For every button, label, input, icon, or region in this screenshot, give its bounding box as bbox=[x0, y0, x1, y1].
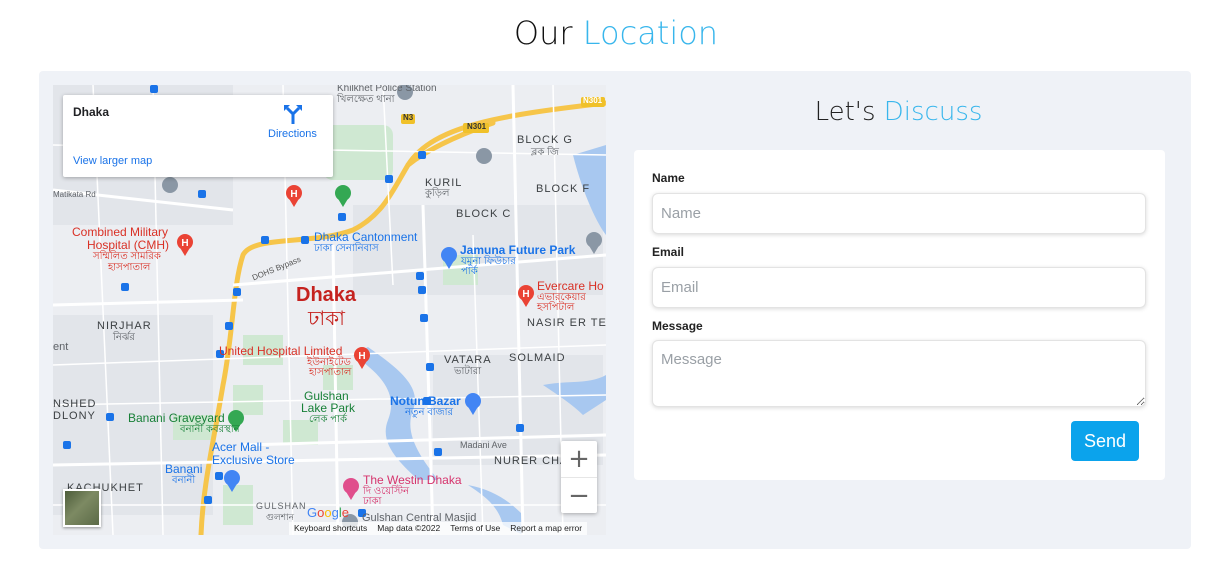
map-label-banani-grave-bn: বনানী কবরস্থান bbox=[180, 424, 240, 435]
map-label-evercare-bn-2: হসপিটাল bbox=[537, 302, 575, 313]
map-label-nurer: NURER CHA bbox=[494, 455, 569, 467]
keyboard-shortcuts-link[interactable]: Keyboard shortcuts bbox=[294, 522, 367, 535]
map-label-westin-bn-2: ঢাকা bbox=[363, 496, 382, 507]
map-label-cmh-bn-2: হাসপাতাল bbox=[108, 262, 151, 273]
message-label: Message bbox=[652, 319, 703, 333]
map-shield-n3: N3 bbox=[403, 113, 414, 122]
name-input[interactable] bbox=[652, 193, 1146, 234]
map-label-khilkhet: Khilkhet Police Station bbox=[337, 85, 437, 94]
zoom-in-button[interactable]: + bbox=[561, 441, 597, 477]
send-button[interactable]: Send bbox=[1071, 421, 1139, 461]
map-label-banani-bn: বনানী bbox=[172, 475, 196, 486]
map-label-dhaka: Dhaka bbox=[296, 284, 357, 306]
map-label-nirjhar: NIRJHAR bbox=[97, 320, 152, 332]
page-title: Our Location bbox=[0, 14, 1232, 52]
form-title-part2: Discuss bbox=[883, 97, 983, 127]
google-logo-g2: g bbox=[331, 505, 339, 520]
name-label: Name bbox=[652, 171, 685, 185]
zoom-control: + − bbox=[561, 441, 597, 513]
map-place-title: Dhaka bbox=[73, 105, 110, 119]
map-shield-n301-a: N301 bbox=[583, 96, 603, 105]
map-label-gulshan-lake-bn: লেক পার্ক bbox=[309, 414, 347, 425]
email-input[interactable] bbox=[652, 267, 1146, 308]
map-label-dhaka-bn: ঢাকা bbox=[308, 308, 345, 330]
page-title-part2: Location bbox=[582, 14, 719, 52]
map-label-vatara: VATARA bbox=[444, 354, 492, 366]
map-label-block-g: BLOCK G bbox=[517, 134, 573, 146]
map-label-dlony: DLONY bbox=[53, 410, 96, 422]
map-label-vatara-bn: ভাটারা bbox=[454, 366, 482, 377]
map-label-block-c: BLOCK C bbox=[456, 208, 512, 220]
map-label-kuril-bn: কুড়িল bbox=[425, 188, 450, 199]
location-panel: H H H H Khilkhet Police Station খিলক্ষেত… bbox=[39, 71, 1191, 549]
svg-text:H: H bbox=[181, 238, 188, 249]
map-footer: Keyboard shortcuts Map data ©2022 Terms … bbox=[289, 522, 588, 535]
satellite-thumbnail[interactable] bbox=[63, 489, 101, 527]
form-title-part1: Let's bbox=[814, 97, 876, 127]
map-label-jamuna-bn-2: পার্ক bbox=[461, 266, 478, 277]
terms-of-use-link[interactable]: Terms of Use bbox=[450, 522, 500, 535]
map-label-nshed: NSHED bbox=[53, 398, 97, 410]
map-label-ent: ent bbox=[53, 341, 69, 353]
map-label-nasirer: NASIR ER TE bbox=[527, 317, 606, 329]
map-label-khilkhet-bn: খিলক্ষেত থানা bbox=[337, 94, 395, 105]
map-label-cmh-bn-1: সম্মিলিত সামরিক bbox=[93, 251, 161, 262]
embedded-map[interactable]: H H H H Khilkhet Police Station খিলক্ষেত… bbox=[53, 85, 606, 535]
map-label-solmaid: SOLMAID bbox=[509, 352, 566, 364]
zoom-out-button[interactable]: − bbox=[561, 477, 597, 513]
map-label-block-f: BLOCK F bbox=[536, 183, 591, 195]
directions-link[interactable]: Directions bbox=[268, 128, 317, 140]
map-shield-n301-b: N301 bbox=[467, 122, 487, 131]
map-label-gulshan: GULSHAN bbox=[256, 501, 307, 511]
google-logo: Google bbox=[307, 505, 349, 520]
view-larger-map-link[interactable]: View larger map bbox=[73, 155, 152, 167]
map-label-cantonment-bn: ঢাকা সেনানিবাস bbox=[314, 243, 379, 254]
google-logo-o2: o bbox=[324, 505, 332, 520]
map-label-united-bn-2: হাসপাতাল bbox=[309, 367, 352, 378]
svg-text:H: H bbox=[522, 289, 529, 300]
map-label-notun-bazar-bn: নতুন বাজার bbox=[405, 407, 454, 418]
map-label-acer-2: Exclusive Store bbox=[212, 453, 295, 467]
contact-form: Name Email Message Send bbox=[634, 150, 1165, 480]
report-map-error-link[interactable]: Report a map error bbox=[510, 522, 582, 535]
map-info-card: Dhaka Directions View larger map bbox=[63, 95, 333, 177]
map-label-matikata: Matikata Rd bbox=[53, 190, 96, 199]
svg-text:H: H bbox=[358, 351, 365, 362]
map-label-nirjhar-bn: নির্ঝর bbox=[113, 332, 135, 343]
google-logo-g: G bbox=[307, 505, 318, 520]
page-title-part1: Our bbox=[513, 14, 573, 52]
form-title: Let's Discuss bbox=[606, 97, 1191, 127]
map-label-block-g-bn: ব্লক জি bbox=[531, 147, 559, 158]
map-data-text: Map data ©2022 bbox=[377, 523, 441, 533]
google-logo-e: e bbox=[341, 505, 349, 520]
directions-icon[interactable] bbox=[282, 105, 304, 125]
message-textarea[interactable] bbox=[652, 340, 1146, 407]
email-label: Email bbox=[652, 245, 685, 259]
svg-text:H: H bbox=[290, 189, 297, 200]
map-label-madani: Madani Ave bbox=[460, 440, 507, 450]
